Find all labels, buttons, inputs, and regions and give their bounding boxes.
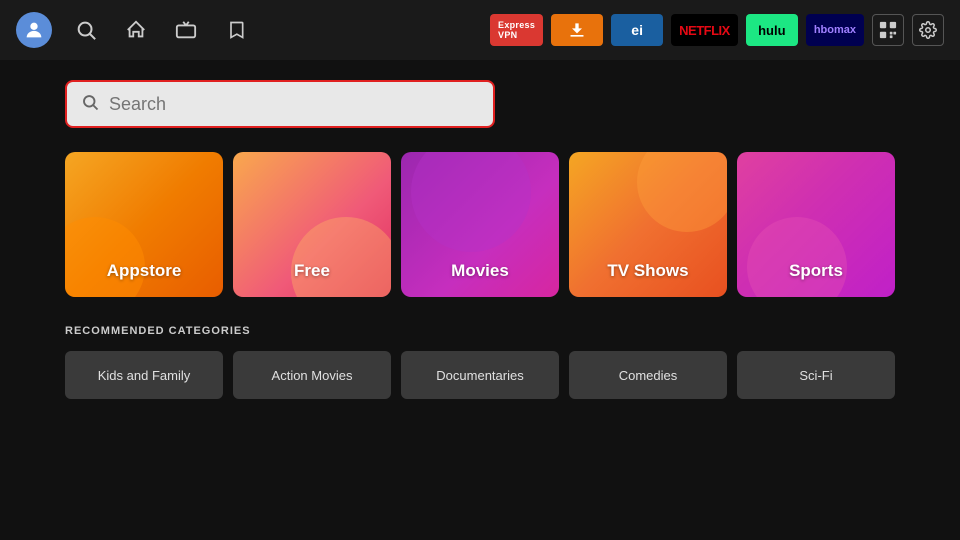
main-content: Appstore Free Movies TV Shows Sports REC… [0, 60, 960, 419]
tile-appstore-label: Appstore [107, 261, 182, 281]
home-icon[interactable] [120, 14, 152, 46]
app-expressvpn[interactable]: ExpressVPN [490, 14, 543, 46]
tile-sports[interactable]: Sports [737, 152, 895, 297]
tile-free-label: Free [294, 261, 330, 281]
nav-left [16, 12, 252, 48]
app-hbomax[interactable]: hbomax [806, 14, 864, 46]
chip-action[interactable]: Action Movies [233, 351, 391, 399]
app-netflix[interactable]: NETFLIX [671, 14, 738, 46]
chip-comedies[interactable]: Comedies [569, 351, 727, 399]
tv-icon[interactable] [170, 14, 202, 46]
search-icon[interactable] [70, 14, 102, 46]
tile-movies-label: Movies [451, 261, 509, 281]
tile-tvshows[interactable]: TV Shows [569, 152, 727, 297]
bookmark-icon[interactable] [220, 14, 252, 46]
search-input[interactable] [109, 94, 479, 115]
search-bar-icon [81, 93, 99, 116]
chip-documentaries[interactable]: Documentaries [401, 351, 559, 399]
avatar[interactable] [16, 12, 52, 48]
recommended-chips: Kids and Family Action Movies Documentar… [65, 351, 895, 399]
grid-icon[interactable] [872, 14, 904, 46]
app-downloader[interactable] [551, 14, 603, 46]
search-bar[interactable] [65, 80, 495, 128]
settings-icon[interactable] [912, 14, 944, 46]
recommended-label: RECOMMENDED CATEGORIES [65, 325, 895, 337]
top-nav: ExpressVPN eі NETFLIX hulu hbomax [0, 0, 960, 60]
tile-free[interactable]: Free [233, 152, 391, 297]
tile-movies[interactable]: Movies [401, 152, 559, 297]
app-eztv[interactable]: eі [611, 14, 663, 46]
tile-tvshows-label: TV Shows [607, 261, 688, 281]
app-hulu[interactable]: hulu [746, 14, 798, 46]
recommended-section: RECOMMENDED CATEGORIES Kids and Family A… [65, 325, 895, 399]
chip-kids[interactable]: Kids and Family [65, 351, 223, 399]
category-tiles: Appstore Free Movies TV Shows Sports [65, 152, 895, 297]
nav-apps: ExpressVPN eі NETFLIX hulu hbomax [490, 14, 944, 46]
tile-appstore[interactable]: Appstore [65, 152, 223, 297]
chip-scifi[interactable]: Sci-Fi [737, 351, 895, 399]
tile-sports-label: Sports [789, 261, 843, 281]
